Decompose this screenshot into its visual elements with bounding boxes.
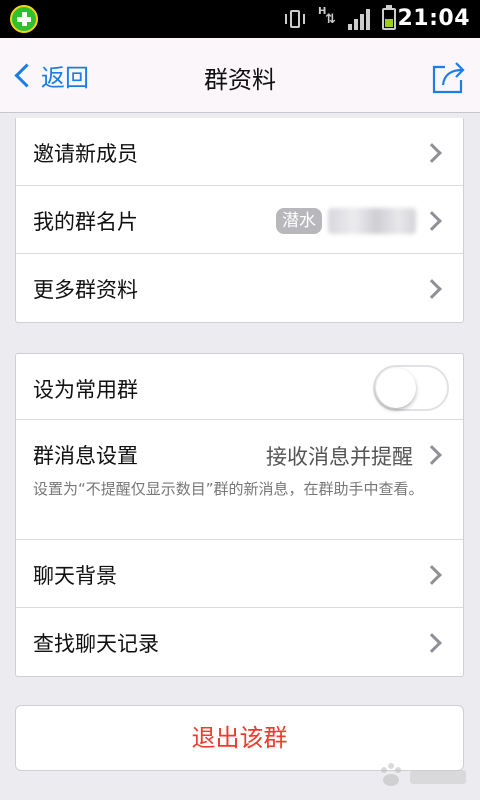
- status-icons: H ⇅: [284, 5, 396, 31]
- common-group-toggle[interactable]: [373, 365, 449, 411]
- message-settings-hint: 设置为“不提醒仅显示数目”群的新消息，在群助手中查看。: [33, 480, 424, 498]
- chevron-right-icon: [422, 279, 442, 299]
- my-group-card-row[interactable]: 我的群名片 潜水: [16, 186, 463, 254]
- data-transfer-icon: H ⇅: [318, 6, 336, 27]
- app-logo-icon[interactable]: [10, 5, 38, 33]
- common-group-label: 设为常用群: [33, 378, 138, 402]
- more-group-info-label: 更多群资料: [33, 278, 138, 302]
- chat-background-label: 聊天背景: [33, 564, 117, 588]
- group-info-section: 邀请新成员 我的群名片 潜水 更多群资料: [15, 118, 464, 323]
- vibrate-icon: [284, 8, 306, 30]
- group-settings-section: 设为常用群 群消息设置 接收消息并提醒 设置为“不提醒仅显示数目”群的新消息，在…: [15, 353, 464, 677]
- chevron-right-icon: [422, 143, 442, 163]
- chevron-right-icon: [422, 565, 442, 585]
- find-history-label: 查找聊天记录: [33, 632, 159, 656]
- signal-icon: [348, 8, 370, 30]
- message-settings-row[interactable]: 群消息设置 接收消息并提醒 设置为“不提醒仅显示数目”群的新消息，在群助手中查看…: [16, 420, 463, 540]
- find-history-row[interactable]: 查找聊天记录: [16, 608, 463, 676]
- member-level-badge: 潜水: [276, 208, 322, 234]
- chat-background-row[interactable]: 聊天背景: [16, 540, 463, 608]
- blurred-nickname: [328, 208, 416, 234]
- status-bar: H ⇅ 21:04: [0, 0, 480, 38]
- navigation-bar: 返回 群资料: [0, 38, 480, 113]
- invite-members-label: 邀请新成员: [33, 142, 138, 166]
- status-time: 21:04: [397, 6, 470, 31]
- more-group-info-row[interactable]: 更多群资料: [16, 254, 463, 322]
- toggle-knob: [376, 368, 416, 408]
- chevron-right-icon: [422, 633, 442, 653]
- my-group-card-label: 我的群名片: [33, 210, 138, 234]
- message-settings-label: 群消息设置: [33, 444, 138, 468]
- page-title: 群资料: [204, 66, 276, 94]
- watermark-logo: [381, 763, 466, 786]
- share-icon[interactable]: [430, 58, 468, 96]
- common-group-row: 设为常用群: [16, 354, 463, 420]
- message-settings-value: 接收消息并提醒: [266, 445, 413, 469]
- chevron-right-icon: [422, 211, 442, 231]
- invite-members-row[interactable]: 邀请新成员: [16, 118, 463, 186]
- chevron-right-icon: [422, 445, 442, 465]
- battery-icon: [382, 5, 396, 30]
